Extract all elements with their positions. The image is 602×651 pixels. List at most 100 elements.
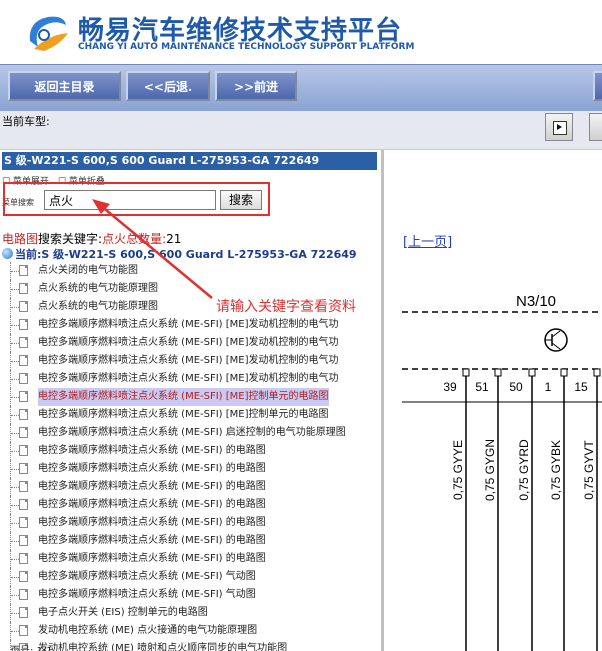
document-icon <box>19 571 28 582</box>
tree-item-label: 点火系统的电气功能原理图 <box>38 301 158 312</box>
tree-item-label: 电控多端顺序燃料喷注点火系统 (ME-SFI) 的电路图 <box>38 535 266 546</box>
tree-connector <box>10 514 19 532</box>
wire-label: 0,75 GYGN <box>483 439 497 501</box>
transistor-icon <box>544 328 568 352</box>
document-icon <box>19 265 28 276</box>
document-icon <box>19 337 28 348</box>
tree-connector <box>10 262 19 280</box>
pin-number: 15 <box>574 380 588 394</box>
back-button[interactable]: <<后退. <box>126 71 210 101</box>
document-icon <box>19 283 28 294</box>
tree-item-label: 电控多端顺序燃料喷注点火系统 (ME-SFI) [ME]控制单元的电路图 <box>38 409 329 420</box>
header: 畅易汽车维修技术支持平台 CHANG YI AUTO MAINTENANCE T… <box>0 0 602 64</box>
tree-item[interactable]: 发动机电控系统 (ME) 喷射和点火顺序同步的电气功能图 <box>0 640 381 651</box>
pin-terminal <box>560 368 568 377</box>
document-icon <box>19 535 28 546</box>
document-icon <box>19 607 28 618</box>
pin-terminal <box>462 368 470 377</box>
summary-keyword: 点火 <box>102 232 127 246</box>
document-icon <box>19 355 28 366</box>
left-panel: S 级-W221-S 600,S 600 Guard L-275953-GA 7… <box>0 150 384 651</box>
brand-subtitle: CHANG YI AUTO MAINTENANCE TECHNOLOGY SUP… <box>78 42 415 52</box>
tree-item[interactable]: 电控多端顺序燃料喷注点火系统 (ME-SFI) 的电路图 <box>0 442 381 460</box>
tree-item-label: 电控多端顺序燃料喷注点火系统 (ME-SFI) 气动图 <box>38 571 256 582</box>
tree-item[interactable]: 点火关闭的电气功能图 <box>0 262 381 280</box>
tree-connector <box>10 424 19 442</box>
tree-item-label: 发动机电控系统 (ME) 喷射和点火顺序同步的电气功能图 <box>38 643 288 651</box>
document-icon <box>19 499 28 510</box>
search-button[interactable]: 搜索 <box>220 190 262 210</box>
back-to-main-button[interactable]: 返回主目录 <box>8 71 121 101</box>
tree-connector <box>10 352 19 370</box>
tree-item-label: 电控多端顺序燃料喷注点火系统 (ME-SFI) 的电路图 <box>38 463 266 474</box>
logo-icon <box>29 16 68 51</box>
current-vehicle-label: 当前车型: <box>2 115 50 128</box>
tree-item[interactable]: 电控多端顺序燃料喷注点火系统 (ME-SFI) 的电路图 <box>0 532 381 550</box>
tree-connector <box>10 388 19 406</box>
tree-connector <box>10 298 19 316</box>
document-icon <box>19 445 28 456</box>
tree-connector <box>10 442 19 460</box>
document-icon <box>19 463 28 474</box>
tree-item[interactable]: 发动机电控系统 (ME) 点火接通的电气功能原理图 <box>0 622 381 640</box>
tree-item-label: 电控多端顺序燃料喷注点火系统 (ME-SFI) [ME]发动机控制的电气功 <box>38 337 339 348</box>
tree-item-label: 电控多端顺序燃料喷注点火系统 (ME-SFI) [ME]发动机控制的电气功 <box>38 319 339 330</box>
menu-options[interactable]: ☐ 菜单展开 ☐ 菜单折叠 <box>2 174 105 187</box>
tree-item[interactable]: 电控多端顺序燃料喷注点火系统 (ME-SFI) [ME]发动机控制的电气功 <box>0 352 381 370</box>
result-tree: 点火关闭的电气功能图 点火系统的电气功能原理图 点火系统的电气功能原理图 电控多端顺序… <box>0 262 381 651</box>
wire-label: 0,75 GYVT <box>582 440 596 500</box>
document-icon <box>19 373 28 384</box>
tree-item[interactable]: 电控多端顺序燃料喷注点火系统 (ME-SFI) [ME]控制单元的电路图 <box>0 388 381 406</box>
summary-prefix: 电路图 <box>2 232 39 246</box>
search-input[interactable] <box>44 190 216 210</box>
tree-item-label: 电控多端顺序燃料喷注点火系统 (ME-SFI) 气动图 <box>38 589 256 600</box>
tree-item-label: 电控多端顺序燃料喷注点火系统 (ME-SFI) [ME]发动机控制的电气功 <box>38 355 339 366</box>
play-icon-button[interactable] <box>545 113 573 141</box>
tree-item[interactable]: 电子点火开关 (EIS) 控制单元的电路图 <box>0 604 381 622</box>
document-icon <box>19 391 28 402</box>
page-number: 页号: 1/1 <box>10 642 53 651</box>
pin-number: 51 <box>475 380 489 394</box>
extra-icon-button[interactable] <box>589 113 602 141</box>
tree-item-label: 电控多端顺序燃料喷注点火系统 (ME-SFI) 的电路图 <box>38 481 266 492</box>
tree-item[interactable]: 电控多端顺序燃料喷注点火系统 (ME-SFI) 的电路图 <box>0 460 381 478</box>
tree-item[interactable]: 电控多端顺序燃料喷注点火系统 (ME-SFI) 启迷控制的电气功能原理图 <box>0 424 381 442</box>
tree-item[interactable]: 电控多端顺序燃料喷注点火系统 (ME-SFI) [ME]控制单元的电路图 <box>0 406 381 424</box>
tree-item[interactable]: 电控多端顺序燃料喷注点火系统 (ME-SFI) 的电路图 <box>0 496 381 514</box>
tree-item[interactable]: 电控多端顺序燃料喷注点火系统 (ME-SFI) 的电路图 <box>0 550 381 568</box>
tree-item-label: 电控多端顺序燃料喷注点火系统 (ME-SFI) 的电路图 <box>38 499 266 510</box>
tree-connector <box>10 622 19 640</box>
current-model-text: 当前:S 级-W221-S 600,S 600 Guard L-275953-G… <box>15 248 357 261</box>
tree-item[interactable]: 电控多端顺序燃料喷注点火系统 (ME-SFI) 气动图 <box>0 586 381 604</box>
summary-count: 21 <box>166 232 182 246</box>
tree-item[interactable]: 电控多端顺序燃料喷注点火系统 (ME-SFI) 的电路图 <box>0 478 381 496</box>
tree-item[interactable]: 电控多端顺序燃料喷注点火系统 (ME-SFI) 的电路图 <box>0 514 381 532</box>
tree-item-label: 电控多端顺序燃料喷注点火系统 (ME-SFI) 的电路图 <box>38 517 266 528</box>
wire-label: 0,75 GYRD <box>517 439 531 501</box>
document-icon <box>19 319 28 330</box>
tree-connector <box>10 568 19 586</box>
tree-connector <box>10 406 19 424</box>
document-icon <box>19 625 28 636</box>
tree-connector <box>10 550 19 568</box>
tree-item[interactable]: 电控多端顺序燃料喷注点火系统 (ME-SFI) [ME]发动机控制的电气功 <box>0 334 381 352</box>
result-summary: 电路图搜索关键字:点火总数量:21 <box>2 230 181 247</box>
forward-button[interactable]: >>前进 <box>215 71 297 101</box>
tree-item[interactable]: 电控多端顺序燃料喷注点火系统 (ME-SFI) [ME]发动机控制的电气功 <box>0 370 381 388</box>
document-icon <box>19 481 28 492</box>
tree-connector <box>10 316 19 334</box>
document-icon <box>19 301 28 312</box>
current-model-line: 当前:S 级-W221-S 600,S 600 Guard L-275953-G… <box>2 246 357 262</box>
tree-connector <box>10 604 19 622</box>
document-icon <box>19 427 28 438</box>
pin-number: 50 <box>509 380 523 394</box>
pin-terminal <box>593 368 601 377</box>
toolbar-extra-button[interactable] <box>593 71 602 101</box>
document-icon <box>19 409 28 420</box>
vehicle-row: 当前车型: <box>0 111 602 150</box>
tree-item-label: 电控多端顺序燃料喷注点火系统 (ME-SFI) 的电路图 <box>38 445 266 456</box>
pin-terminal <box>494 368 502 377</box>
tree-item-label: 电控多端顺序燃料喷注点火系统 (ME-SFI) [ME]控制单元的电路图 <box>38 388 329 406</box>
tree-item[interactable]: 电控多端顺序燃料喷注点火系统 (ME-SFI) 气动图 <box>0 568 381 586</box>
tree-item[interactable]: 电控多端顺序燃料喷注点火系统 (ME-SFI) [ME]发动机控制的电气功 <box>0 316 381 334</box>
